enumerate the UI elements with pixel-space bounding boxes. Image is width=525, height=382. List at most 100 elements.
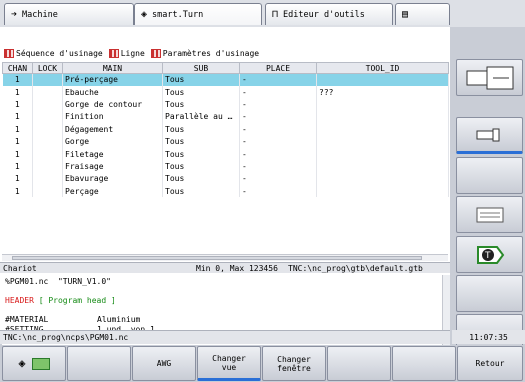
table-row[interactable]: 1 Gorge Tous - — [2, 135, 449, 148]
cell-lock — [32, 160, 63, 173]
softkey-back[interactable]: Retour — [457, 346, 523, 381]
cell-chan: 1 — [2, 110, 33, 124]
col-sub[interactable]: SUB — [162, 62, 240, 74]
cell-place: - — [239, 73, 317, 86]
tab-tool-editor[interactable]: ⊓ Editeur d'outils — [265, 3, 393, 25]
cell-place: - — [239, 147, 317, 161]
cell-main: Filetage — [62, 147, 163, 161]
cell-tool — [316, 160, 449, 173]
cell-chan: 1 — [2, 135, 33, 148]
cell-chan: 1 — [2, 98, 33, 111]
table-row[interactable]: 1 Finition Parallèle au c… - — [2, 110, 449, 124]
cell-chan: 1 — [2, 160, 33, 173]
tool-icon: ⊓ — [272, 9, 279, 20]
cell-place: - — [239, 110, 317, 124]
table-row[interactable]: 1 Fraisage Tous - — [2, 160, 449, 173]
clock: 11:07:35 — [452, 330, 525, 344]
cell-chan: 1 — [2, 123, 33, 136]
cell-place: - — [239, 98, 317, 111]
table-row[interactable]: 1 Pré-perçage Tous - — [2, 73, 449, 86]
softkey-empty-a[interactable] — [67, 346, 131, 381]
tab-machine[interactable]: ➔ Machine — [4, 3, 134, 25]
line-menu[interactable]: Ligne — [121, 49, 145, 58]
softkey-tool-list[interactable] — [456, 196, 523, 233]
table-row[interactable]: 1 Dégagement Tous - — [2, 123, 449, 136]
cell-tool — [316, 147, 449, 161]
table-row[interactable]: 1 Ebauche Tous - ??? — [2, 85, 449, 99]
softkey-change-window[interactable]: Changer fenêtre — [262, 346, 326, 381]
col-tool-id[interactable]: TOOL_ID — [316, 62, 449, 74]
softkey-contour-view[interactable] — [456, 59, 523, 96]
cell-sub: Parallèle au c… — [162, 110, 240, 124]
cell-chan: 1 — [2, 185, 33, 198]
cell-sub: Tous — [162, 160, 240, 173]
workpiece-icon — [31, 357, 50, 370]
status-chariot: Chariot — [3, 263, 37, 273]
cell-sub: Tous — [162, 172, 240, 186]
col-lock[interactable]: LOCK — [32, 62, 63, 74]
sequence-icon — [4, 48, 14, 58]
cell-main: Ebavurage — [62, 172, 163, 186]
table-toolbar: Séquence d'usinage Ligne Paramètres d'us… — [4, 47, 259, 59]
tool-t-icon: T — [476, 245, 504, 264]
sequence-menu[interactable]: Séquence d'usinage — [16, 49, 103, 58]
col-chan[interactable]: CHAN — [2, 62, 33, 74]
diamond-arrow-icon: ◈ — [18, 356, 26, 370]
softkey-tool-insert[interactable] — [456, 117, 523, 154]
cell-tool — [316, 98, 449, 111]
cell-place: - — [239, 172, 317, 186]
cell-chan: 1 — [2, 85, 33, 99]
scroll-thumb[interactable] — [12, 256, 422, 260]
cell-place: - — [239, 123, 317, 136]
cell-sub: Tous — [162, 135, 240, 148]
editor-line: #MATERIAL Aluminium — [5, 315, 141, 324]
file-path: TNC:\nc_prog\ncps\PGM01.nc — [3, 333, 129, 342]
tab-save[interactable]: ▤ — [395, 3, 450, 25]
softkey-empty-b[interactable] — [327, 346, 391, 381]
table-row[interactable]: 1 Filetage Tous - — [2, 147, 449, 161]
cell-place: - — [239, 160, 317, 173]
table-row[interactable]: 1 Gorge de contour Tous - — [2, 98, 449, 111]
softkey-empty-2[interactable] — [456, 275, 523, 312]
cell-tool — [316, 110, 449, 124]
cell-tool — [316, 73, 449, 86]
cell-lock — [32, 85, 63, 99]
header-comment: [ Program head ] — [33, 296, 116, 305]
softkey-empty-1[interactable] — [456, 157, 523, 194]
table-horizontal-scrollbar[interactable] — [2, 254, 448, 261]
table-row[interactable]: 1 Ebavurage Tous - — [2, 172, 449, 186]
softkey-awg[interactable]: AWG — [132, 346, 196, 381]
cell-lock — [32, 185, 63, 198]
cell-main: Ebauche — [62, 85, 163, 99]
status-bar: Chariot Min 0, Max 123456 TNC:\nc_prog\g… — [0, 262, 450, 273]
status-range: Min 0, Max 123456 — [196, 263, 278, 273]
save-icon: ▤ — [402, 9, 409, 20]
line-icon — [108, 48, 119, 58]
editor-line: %PGM01.nc "TURN_V1.0" — [5, 277, 111, 286]
col-place[interactable]: PLACE — [239, 62, 317, 74]
cell-place: - — [239, 85, 317, 99]
diamond-arrow-icon: ◈ — [141, 9, 148, 20]
cell-lock — [32, 110, 63, 124]
cell-place: - — [239, 185, 317, 198]
softkey-smart-turn[interactable]: ◈ — [2, 346, 66, 381]
table-row[interactable]: 1 Perçage Tous - — [2, 185, 449, 198]
col-main[interactable]: MAIN — [62, 62, 163, 74]
horizontal-softkey-bar: ◈ AWG Changer vue Changer fenêtre Retour — [0, 345, 525, 382]
cell-lock — [32, 147, 63, 161]
header-keyword: HEADER — [5, 296, 34, 305]
params-menu[interactable]: Paramètres d'usinage — [163, 49, 259, 58]
cell-main: Dégagement — [62, 123, 163, 136]
softkey-tool-t[interactable]: T — [456, 236, 523, 273]
cell-sub: Tous — [162, 147, 240, 161]
softkey-change-view[interactable]: Changer vue — [197, 346, 261, 381]
cell-lock — [32, 98, 63, 111]
table-header-row: CHAN LOCK MAIN SUB PLACE TOOL_ID — [2, 62, 449, 74]
tool-list-icon — [476, 207, 503, 222]
softkey-empty-c[interactable] — [392, 346, 456, 381]
cell-sub: Tous — [162, 73, 240, 86]
cell-chan: 1 — [2, 147, 33, 161]
cell-tool: ??? — [316, 85, 449, 99]
cell-lock — [32, 172, 63, 186]
tab-smart-turn[interactable]: ◈ smart.Turn — [134, 3, 262, 25]
